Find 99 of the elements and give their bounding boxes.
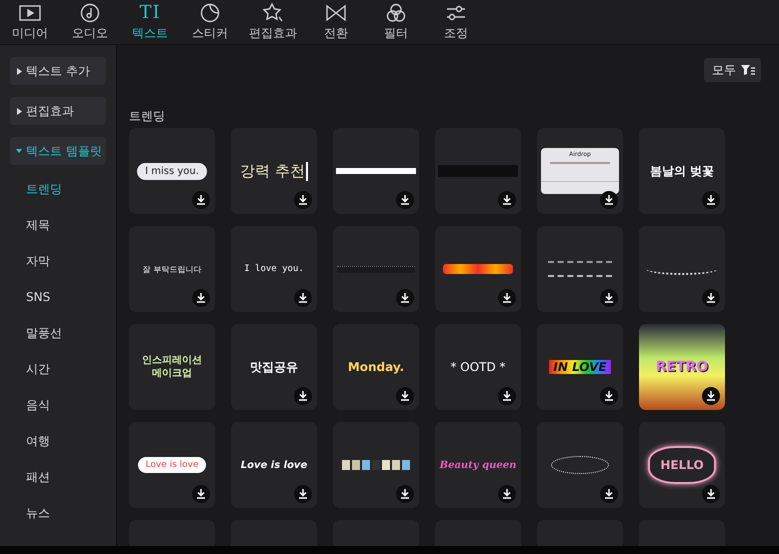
template-preview-text: RETRO bbox=[656, 359, 708, 375]
download-icon[interactable] bbox=[396, 191, 414, 209]
sticker-icon bbox=[200, 2, 220, 24]
dotted-oval-preview bbox=[551, 456, 609, 474]
download-icon[interactable] bbox=[702, 289, 720, 307]
category-header[interactable]: 텍스트 템플릿 bbox=[10, 137, 106, 165]
filter-button[interactable]: 모두 bbox=[704, 58, 761, 82]
template-preview-text: I love you. bbox=[244, 264, 304, 274]
template-preview-text: HELLO bbox=[648, 446, 716, 484]
template-tile[interactable]: I miss you. bbox=[129, 128, 215, 214]
download-icon[interactable] bbox=[192, 485, 210, 503]
template-preview-text: 잘 부탁드립니다 bbox=[142, 264, 202, 274]
template-tile[interactable]: 인스피레이션 메이크업 bbox=[129, 324, 215, 410]
template-tile[interactable] bbox=[435, 226, 521, 312]
download-icon[interactable] bbox=[294, 289, 312, 307]
template-tile[interactable] bbox=[333, 128, 419, 214]
download-icon[interactable] bbox=[294, 191, 312, 209]
template-tile[interactable]: IN LOVE bbox=[537, 324, 623, 410]
template-tile[interactable]: Love is love bbox=[129, 422, 215, 508]
template-preview-text: Beauty queen bbox=[440, 460, 516, 470]
category-header[interactable]: 편집효과 bbox=[10, 97, 106, 125]
category-item[interactable]: 말풍선 bbox=[10, 321, 106, 357]
template-preview-text: Love is love bbox=[240, 460, 308, 470]
template-tile[interactable] bbox=[333, 226, 419, 312]
bowtie-icon bbox=[325, 2, 347, 24]
letter-blocks-preview bbox=[342, 460, 410, 470]
download-icon[interactable] bbox=[192, 191, 210, 209]
category-item[interactable]: 음식 bbox=[10, 393, 106, 429]
download-icon[interactable] bbox=[702, 485, 720, 503]
category-item[interactable]: 자막 bbox=[10, 249, 106, 285]
download-icon[interactable] bbox=[396, 387, 414, 405]
download-icon[interactable] bbox=[600, 387, 618, 405]
download-icon[interactable] bbox=[600, 191, 618, 209]
template-preview-text: I miss you. bbox=[137, 162, 207, 180]
template-tile[interactable] bbox=[333, 422, 419, 508]
download-icon[interactable] bbox=[192, 289, 210, 307]
template-preview-text: 맛집공유 bbox=[250, 358, 298, 376]
template-preview-text: 봄날의 벚꽃 bbox=[650, 162, 714, 180]
download-icon[interactable] bbox=[294, 485, 312, 503]
caret-right-icon bbox=[16, 108, 22, 114]
template-tile[interactable] bbox=[639, 226, 725, 312]
template-preview-text: Love is love bbox=[138, 457, 206, 473]
category-item[interactable]: 뉴스 bbox=[10, 501, 106, 537]
category-item[interactable]: 트렌딩 bbox=[10, 177, 106, 213]
category-label: 텍스트 템플릿 bbox=[26, 142, 102, 160]
music-note-icon bbox=[80, 2, 100, 24]
tab[interactable]: 조정 bbox=[426, 0, 486, 44]
download-icon[interactable] bbox=[498, 387, 516, 405]
filter-icon bbox=[741, 64, 755, 76]
category-label: 텍스트 추가 bbox=[26, 62, 90, 80]
template-tile[interactable] bbox=[537, 422, 623, 508]
template-preview-text: Monday. bbox=[348, 360, 404, 374]
category-item[interactable]: 패션 bbox=[10, 465, 106, 501]
download-icon[interactable] bbox=[702, 387, 720, 405]
template-tile[interactable]: Love is love bbox=[231, 422, 317, 508]
category-item[interactable]: SNS bbox=[10, 285, 106, 321]
download-icon[interactable] bbox=[498, 191, 516, 209]
category-item[interactable]: 여행 bbox=[10, 429, 106, 465]
template-tile[interactable]: HELLO bbox=[639, 422, 725, 508]
template-tile[interactable]: * OOTD * bbox=[435, 324, 521, 410]
caret-down-icon bbox=[16, 148, 22, 154]
download-icon[interactable] bbox=[498, 485, 516, 503]
category-header[interactable]: 텍스트 추가 bbox=[10, 57, 106, 85]
category-item[interactable]: 시간 bbox=[10, 357, 106, 393]
template-tile[interactable]: 맛집공유 bbox=[231, 324, 317, 410]
template-tile[interactable]: 강력 추천 bbox=[231, 128, 317, 214]
tab[interactable]: 미디어 bbox=[0, 0, 60, 44]
template-preview-text: IN LOVE bbox=[549, 360, 611, 374]
template-tile[interactable]: I love you. bbox=[231, 226, 317, 312]
download-icon[interactable] bbox=[396, 485, 414, 503]
download-icon[interactable] bbox=[498, 289, 516, 307]
tab[interactable]: 오디오 bbox=[60, 0, 120, 44]
template-preview-text: 강력 추천 bbox=[240, 162, 308, 180]
star-sparkle-icon bbox=[262, 2, 284, 24]
section-title: 트렌딩 bbox=[129, 108, 166, 124]
download-icon[interactable] bbox=[396, 289, 414, 307]
handwriting-preview bbox=[548, 261, 612, 277]
download-icon[interactable] bbox=[600, 485, 618, 503]
category-item[interactable]: 제목 bbox=[10, 213, 106, 249]
template-tile[interactable]: 잘 부탁드립니다 bbox=[129, 226, 215, 312]
tab[interactable]: 스티커 bbox=[180, 0, 240, 44]
download-icon[interactable] bbox=[702, 191, 720, 209]
template-tile[interactable]: Beauty queen bbox=[435, 422, 521, 508]
template-tile[interactable]: 봄날의 벚꽃 bbox=[639, 128, 725, 214]
template-tile[interactable] bbox=[537, 226, 623, 312]
download-icon[interactable] bbox=[600, 289, 618, 307]
category-label: 편집효과 bbox=[26, 102, 74, 120]
tab[interactable]: 필터 bbox=[366, 0, 426, 44]
download-icon[interactable] bbox=[294, 387, 312, 405]
tab[interactable]: 편집효과 bbox=[240, 0, 306, 44]
template-preview-text: * OOTD * bbox=[450, 360, 506, 374]
template-tile[interactable]: Monday. bbox=[333, 324, 419, 410]
template-preview-text: 인스피레이션 메이크업 bbox=[141, 354, 203, 380]
caret-right-icon bbox=[16, 68, 22, 74]
fire-text-preview bbox=[443, 264, 513, 274]
three-circles-icon bbox=[385, 2, 407, 24]
tab[interactable]: 전환 bbox=[306, 0, 366, 44]
template-tile[interactable] bbox=[435, 128, 521, 214]
tab[interactable]: TI 텍스트 bbox=[120, 0, 180, 44]
